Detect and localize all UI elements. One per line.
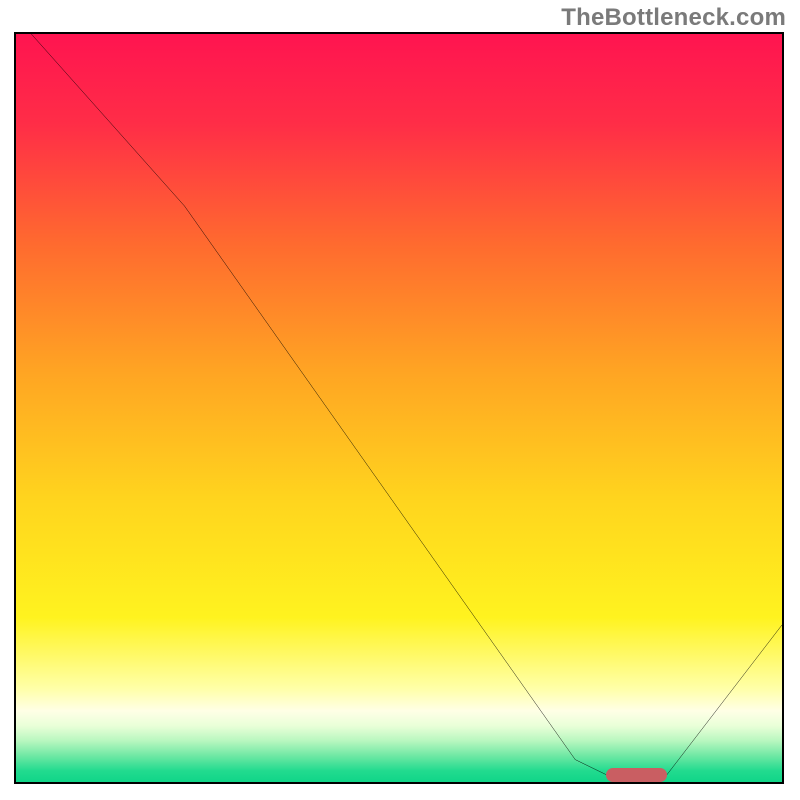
watermark-text: TheBottleneck.com	[561, 4, 786, 32]
chart-background-gradient	[16, 34, 782, 782]
optimal-marker-bar	[606, 768, 667, 782]
chart-frame	[14, 32, 784, 784]
